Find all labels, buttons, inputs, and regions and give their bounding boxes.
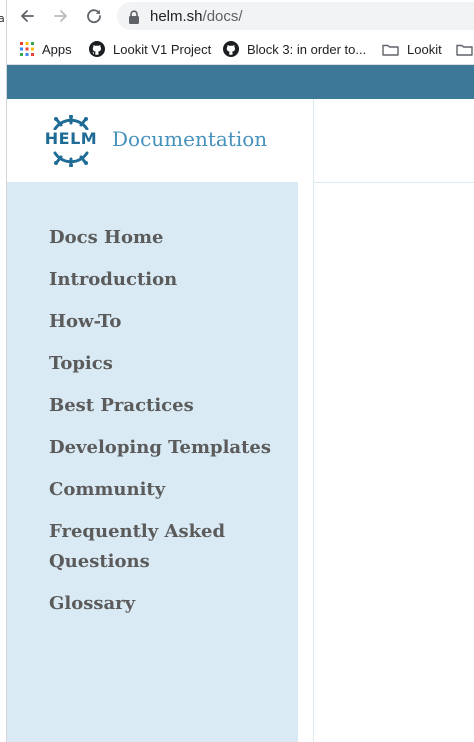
github-icon bbox=[223, 41, 239, 57]
site-top-bar bbox=[6, 65, 474, 99]
header-divider bbox=[313, 182, 474, 183]
url-text[interactable]: helm.sh/docs/ bbox=[150, 8, 243, 25]
bookmark-lookit-v1-label: Lookit V1 Project bbox=[113, 41, 212, 57]
sidebar-item-faq[interactable]: Frequently Asked Questions bbox=[49, 517, 289, 577]
address-bar[interactable]: helm.sh/docs/ bbox=[117, 2, 474, 30]
back-button[interactable] bbox=[16, 5, 38, 27]
sidebar-item-community[interactable]: Community bbox=[49, 475, 289, 505]
forward-button[interactable] bbox=[50, 5, 72, 27]
content-divider bbox=[313, 183, 314, 742]
sidebar-item-introduction[interactable]: Introduction bbox=[49, 265, 289, 295]
folder-icon bbox=[382, 43, 399, 56]
reload-icon bbox=[87, 9, 101, 24]
bookmark-folder-more[interactable] bbox=[456, 39, 474, 59]
bookmark-apps-label: Apps bbox=[42, 41, 72, 57]
apps-grid-icon bbox=[20, 42, 34, 56]
bookmark-apps[interactable]: Apps bbox=[20, 39, 72, 59]
site-header: HELM Documentation bbox=[6, 99, 314, 182]
helm-logo[interactable]: HELM bbox=[43, 115, 99, 167]
browser-toolbar: helm.sh/docs/ bbox=[0, 0, 474, 33]
helm-logo-text: HELM bbox=[43, 129, 99, 148]
reload-button[interactable] bbox=[83, 5, 105, 27]
folder-icon bbox=[456, 43, 473, 56]
sidebar-item-how-to[interactable]: How-To bbox=[49, 307, 289, 337]
sidebar-item-docs-home[interactable]: Docs Home bbox=[49, 223, 289, 253]
bookmark-folder-lookit[interactable]: Lookit bbox=[382, 39, 442, 59]
url-path: /docs/ bbox=[202, 7, 243, 25]
arrow-left-icon bbox=[21, 10, 34, 22]
sidebar-item-developing-templates[interactable]: Developing Templates bbox=[49, 433, 289, 463]
sidebar-nav: Docs Home Introduction How-To Topics Bes… bbox=[49, 223, 289, 631]
bookmark-block-3[interactable]: Block 3: in order to... bbox=[223, 39, 366, 59]
documentation-title[interactable]: Documentation bbox=[112, 127, 267, 151]
bookmark-block-3-label: Block 3: in order to... bbox=[247, 41, 367, 57]
sidebar-item-best-practices[interactable]: Best Practices bbox=[49, 391, 289, 421]
bookmarks-bar: Apps Lookit V1 Project Block 3: in order… bbox=[0, 33, 474, 65]
arrow-right-icon bbox=[54, 10, 67, 22]
bookmark-lookit-label: Lookit bbox=[407, 41, 442, 57]
docs-sidebar: Docs Home Introduction How-To Topics Bes… bbox=[6, 182, 298, 742]
window-edge-glyph: a bbox=[0, 12, 5, 25]
url-host: helm.sh bbox=[150, 7, 203, 25]
bookmark-lookit-v1-project[interactable]: Lookit V1 Project bbox=[89, 39, 211, 59]
lock-icon bbox=[128, 9, 140, 24]
github-icon bbox=[89, 41, 105, 57]
sidebar-item-topics[interactable]: Topics bbox=[49, 349, 289, 379]
sidebar-item-glossary[interactable]: Glossary bbox=[49, 589, 289, 619]
window-edge: a bbox=[0, 0, 7, 742]
